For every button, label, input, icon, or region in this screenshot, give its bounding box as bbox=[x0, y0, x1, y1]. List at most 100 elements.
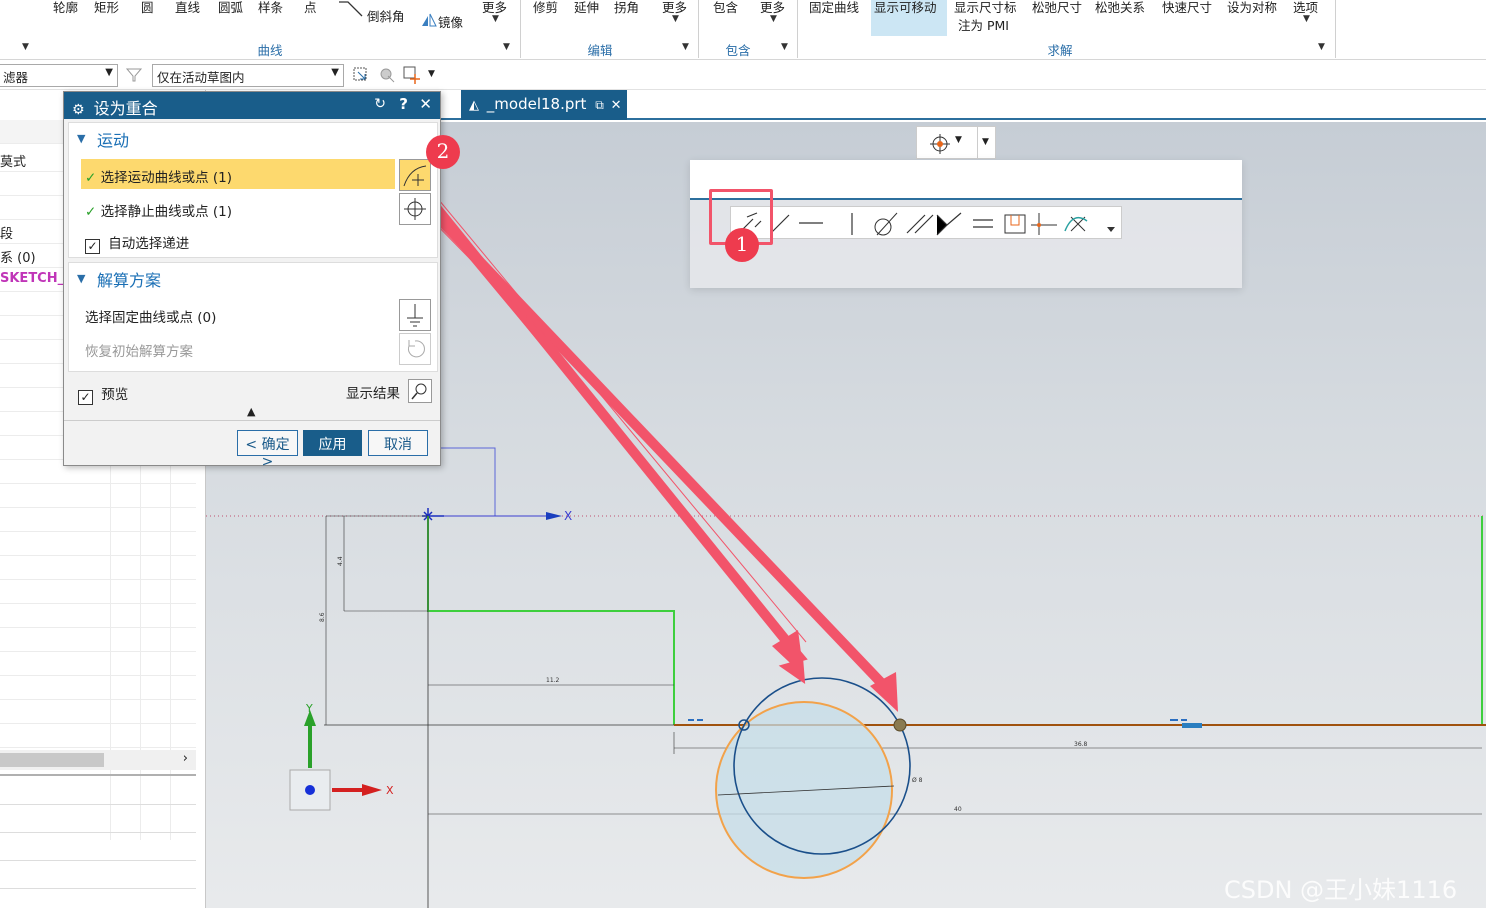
chevron-right-icon[interactable]: › bbox=[183, 751, 188, 766]
ribbon-include-button[interactable]: 包含 bbox=[713, 0, 738, 16]
ribbon-rapid-dim-button[interactable]: 快速尺寸 bbox=[1162, 0, 1212, 16]
point-on-curve-icon[interactable] bbox=[770, 214, 790, 234]
list-item[interactable] bbox=[0, 532, 196, 556]
tab-pin-icon[interactable]: ⧉ bbox=[595, 98, 604, 112]
group-dropdown-icon[interactable]: ▼ bbox=[22, 42, 29, 52]
list-item[interactable] bbox=[0, 724, 196, 748]
scrollbar-thumb[interactable] bbox=[0, 753, 104, 767]
panel-divider[interactable] bbox=[0, 774, 196, 776]
close-icon[interactable]: ✕ bbox=[611, 98, 622, 113]
fix-icon[interactable] bbox=[1064, 216, 1088, 232]
dialog-title-bar[interactable]: ⚙ 设为重合 ↻ ? ✕ bbox=[64, 92, 440, 119]
dim-label-diameter[interactable]: Ø 8 bbox=[912, 777, 923, 784]
solution-section-title[interactable]: 解算方案 bbox=[97, 267, 161, 291]
list-item[interactable] bbox=[0, 628, 196, 652]
motion-curve-selector[interactable]: ✓ 选择运动曲线或点 (1) bbox=[81, 159, 395, 189]
select-all-icon[interactable] bbox=[352, 66, 370, 84]
chevron-down-icon[interactable]: ▼ bbox=[955, 135, 962, 145]
close-icon[interactable]: ✕ bbox=[419, 95, 432, 113]
list-item[interactable] bbox=[0, 676, 196, 700]
cancel-button[interactable]: 取消 bbox=[368, 430, 428, 456]
static-select-button[interactable] bbox=[399, 193, 431, 225]
constraint-marker[interactable] bbox=[1182, 723, 1202, 728]
collapse-up-icon[interactable]: ▲ bbox=[247, 405, 255, 418]
ribbon-circle-button[interactable]: 圆 bbox=[141, 0, 154, 16]
ribbon-chamfer-button[interactable]: 倒斜角 bbox=[367, 6, 405, 25]
select-feature-icon[interactable] bbox=[378, 66, 396, 84]
scope-combo[interactable]: 仅在活动草图内 ▼ bbox=[152, 64, 344, 87]
sketch-profile[interactable] bbox=[427, 516, 675, 725]
ribbon-corner-button[interactable]: 拐角 bbox=[614, 0, 639, 16]
type-filter-combo[interactable]: 滤器 ▼ bbox=[0, 64, 118, 87]
dim-label-36-8[interactable]: 36.8 bbox=[1074, 741, 1088, 748]
dim-label-40[interactable]: 40 bbox=[954, 806, 962, 813]
show-result-button[interactable] bbox=[408, 379, 432, 403]
auto-advance-checkbox[interactable]: ✓ bbox=[85, 239, 100, 254]
ribbon-show-dim-button[interactable]: 显示尺寸标 bbox=[954, 0, 1017, 16]
motion-section-title[interactable]: 运动 bbox=[97, 127, 129, 151]
preview-checkbox[interactable]: ✓ bbox=[78, 390, 93, 405]
ribbon-rectangle-button[interactable]: 矩形 bbox=[94, 0, 119, 16]
tab-model18[interactable]: ◭ _model18.prt ⧉ ✕ bbox=[461, 90, 627, 120]
ribbon-fix-curve-button[interactable]: 固定曲线 bbox=[809, 0, 859, 16]
snap-point-toolbar[interactable]: ▼ ▼ bbox=[916, 126, 996, 159]
ribbon-extend-button[interactable]: 延伸 bbox=[574, 0, 599, 16]
ribbon-mirror-button[interactable]: 镜像 bbox=[438, 12, 463, 31]
ribbon-profile-button[interactable]: 轮廓 bbox=[53, 0, 78, 16]
list-item[interactable] bbox=[0, 700, 196, 724]
filter-icon[interactable] bbox=[126, 67, 144, 83]
snap-point-icon[interactable] bbox=[402, 65, 422, 85]
auto-advance-row[interactable]: ✓ 自动选择递进 bbox=[81, 225, 401, 255]
selected-point-marker[interactable] bbox=[893, 718, 907, 732]
ribbon-spline-button[interactable]: 样条 bbox=[258, 0, 283, 16]
apply-button[interactable]: 应用 bbox=[303, 430, 362, 456]
parallel-icon[interactable] bbox=[906, 214, 934, 234]
include-group-dropdown-icon[interactable]: ▼ bbox=[781, 42, 788, 52]
list-item[interactable] bbox=[0, 508, 196, 532]
fixed-curve-selector[interactable]: 选择固定曲线或点 (0) bbox=[81, 299, 401, 329]
ribbon-pmi-button[interactable]: 注为 PMI bbox=[958, 15, 1009, 34]
fixed-select-button[interactable] bbox=[399, 299, 431, 331]
tangent-icon[interactable] bbox=[874, 212, 898, 236]
perpendicular-icon[interactable] bbox=[936, 212, 962, 236]
ribbon-show-movable-button[interactable]: 显示可移动 bbox=[874, 0, 937, 16]
list-item[interactable] bbox=[0, 580, 196, 604]
dim-label-4-4[interactable]: 4.4 bbox=[337, 556, 344, 566]
ok-button[interactable]: < 确定 > bbox=[237, 430, 298, 470]
dim-label-11-2[interactable]: 11.2 bbox=[546, 677, 560, 684]
snap-dropdown-icon[interactable]: ▼ bbox=[428, 69, 435, 79]
point-snap-icon[interactable] bbox=[929, 133, 951, 155]
curve-group-dropdown-icon[interactable]: ▼ bbox=[503, 42, 510, 52]
restore-button[interactable] bbox=[399, 333, 431, 365]
more-include-dropdown-icon[interactable]: ▼ bbox=[770, 14, 777, 24]
more-curve-dropdown-icon[interactable]: ▼ bbox=[492, 14, 499, 24]
motion-select-button[interactable] bbox=[399, 159, 431, 191]
more-edit-dropdown-icon[interactable]: ▼ bbox=[672, 14, 679, 24]
collinear-icon[interactable] bbox=[973, 219, 993, 228]
list-item[interactable] bbox=[0, 652, 196, 676]
list-item[interactable] bbox=[0, 484, 196, 508]
edit-group-dropdown-icon[interactable]: ▼ bbox=[682, 42, 689, 52]
reset-icon[interactable]: ↻ bbox=[374, 96, 386, 112]
ribbon-point-button[interactable]: 点 bbox=[304, 0, 317, 16]
ribbon-line-button[interactable]: 直线 bbox=[175, 0, 200, 16]
restore-solution-row[interactable]: 恢复初始解算方案 bbox=[81, 333, 401, 363]
static-curve-selector[interactable]: ✓ 选择静止曲线或点 (1) bbox=[81, 193, 401, 223]
chevron-down-icon[interactable]: ▼ bbox=[982, 137, 989, 147]
dim-label-8-6[interactable]: 8.6 bbox=[319, 612, 326, 622]
equal-length-icon[interactable] bbox=[1004, 214, 1026, 234]
options-dropdown-icon[interactable]: ▼ bbox=[1303, 14, 1310, 24]
horizontal-scrollbar[interactable]: › bbox=[0, 750, 196, 770]
constraint-toolbar[interactable] bbox=[730, 206, 1122, 239]
ribbon-relax-rel-button[interactable]: 松弛关系 bbox=[1095, 0, 1145, 16]
collapse-arrow-icon[interactable]: ▼ bbox=[77, 272, 85, 285]
list-item[interactable] bbox=[0, 556, 196, 580]
chevron-down-icon[interactable] bbox=[1107, 227, 1115, 232]
collapse-arrow-icon[interactable]: ▼ bbox=[77, 132, 85, 145]
ribbon-relax-dim-button[interactable]: 松弛尺寸 bbox=[1032, 0, 1082, 16]
solve-group-dropdown-icon[interactable]: ▼ bbox=[1318, 42, 1325, 52]
help-icon[interactable]: ? bbox=[399, 95, 408, 113]
list-item[interactable] bbox=[0, 604, 196, 628]
ribbon-trim-button[interactable]: 修剪 bbox=[533, 0, 558, 16]
midpoint-icon[interactable] bbox=[1031, 213, 1057, 235]
